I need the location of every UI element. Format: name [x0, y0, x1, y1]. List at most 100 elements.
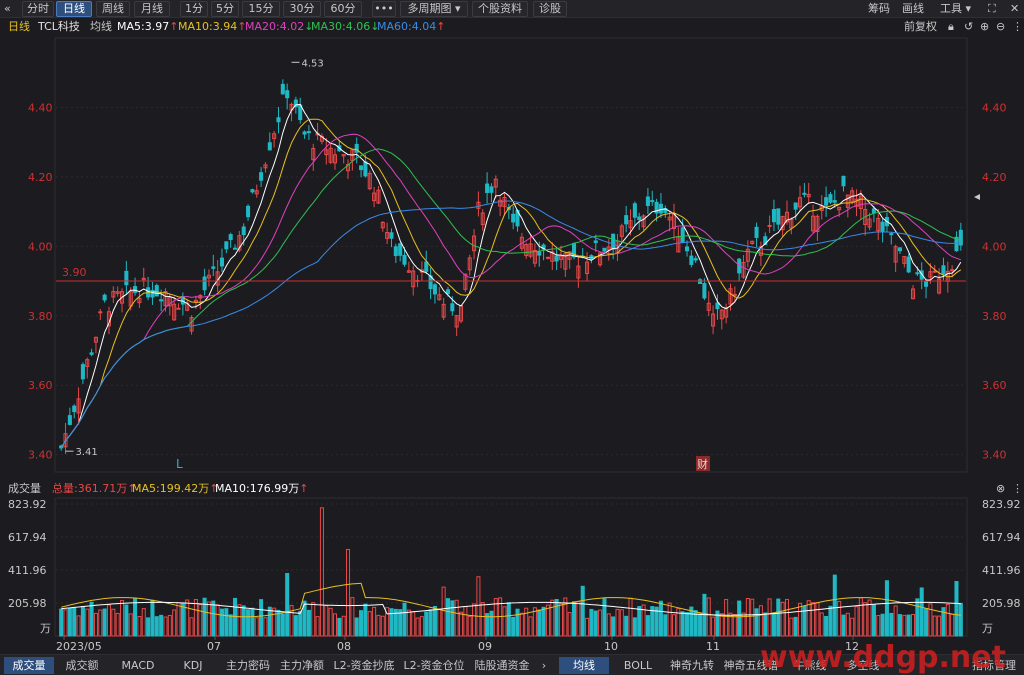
price-tick-left: 3.40	[28, 449, 53, 462]
volume-bar	[858, 597, 863, 637]
indicator-tab-8[interactable]: 陆股通资金	[470, 657, 534, 674]
candle-body	[832, 200, 837, 203]
volume-bar	[945, 604, 950, 637]
overlay-tab-2[interactable]: 神奇九转	[666, 657, 718, 674]
candle-body	[950, 269, 955, 272]
candle-body	[424, 261, 429, 272]
candle-body	[511, 213, 516, 223]
volume-bar	[671, 614, 677, 637]
indicator-tab-3[interactable]: KDJ	[168, 657, 218, 674]
indicator-tab-7[interactable]: L2-资金仓位	[400, 657, 468, 674]
candle-body	[267, 142, 272, 151]
candle-body	[176, 307, 181, 310]
volume-bar	[437, 608, 442, 637]
candle-body	[637, 216, 642, 220]
marker-finance: 财	[697, 457, 708, 471]
volume-bar	[389, 608, 394, 637]
volume-tick-left: 617.94	[8, 531, 47, 544]
candle-body	[767, 224, 772, 227]
volume-bar	[806, 600, 811, 637]
volume-bar	[454, 599, 459, 637]
overlay-tab-0[interactable]: 均线	[559, 657, 609, 674]
candle-body	[941, 265, 946, 275]
indicator-tab-0[interactable]: 成交量	[4, 657, 54, 674]
candle-body	[250, 189, 255, 193]
candle-body	[154, 285, 159, 297]
volume-bar	[298, 610, 303, 637]
volume-bar	[250, 607, 255, 637]
indicator-tab-1[interactable]: 成交额	[56, 657, 108, 674]
volume-bar	[111, 608, 116, 637]
volume-bar	[480, 602, 485, 637]
price-panel-border	[54, 37, 968, 473]
volume-bar	[867, 599, 872, 637]
volume-bar	[259, 599, 264, 637]
volume-bar	[598, 609, 603, 637]
volume-bar	[789, 617, 794, 637]
volume-bar	[580, 585, 585, 637]
candle-body	[754, 226, 759, 238]
overlay-tab-1[interactable]: BOLL	[614, 657, 662, 674]
indicator-tab-4[interactable]: 主力密码	[222, 657, 274, 674]
volume-bar	[198, 604, 203, 637]
volume-bar	[163, 616, 168, 637]
candle-body	[102, 294, 107, 301]
volume-bar	[180, 602, 185, 637]
volume-bar	[871, 604, 876, 637]
candle-body	[658, 203, 663, 214]
volume-bar	[367, 611, 372, 637]
volume-bar	[289, 604, 294, 637]
volume-bar	[793, 616, 798, 637]
indicator-tab-2[interactable]: MACD	[111, 657, 165, 674]
volume-bar	[663, 614, 668, 637]
candle-body	[302, 131, 307, 135]
price-tick-left: 3.80	[28, 310, 53, 323]
volume-bar	[698, 613, 703, 637]
volume-bar	[932, 615, 937, 637]
volume-bar	[611, 616, 616, 637]
marker-l: L	[176, 457, 183, 471]
volume-bar	[315, 616, 320, 637]
volume-bar	[241, 605, 246, 637]
more-icon[interactable]: ⋮	[1012, 480, 1023, 497]
candle-body	[889, 233, 894, 236]
volume-bar	[754, 608, 759, 637]
volume-bar	[85, 608, 90, 637]
volume-bar	[684, 612, 690, 637]
candle-body	[259, 172, 264, 181]
kline-chart[interactable]: 4.40 4.40 4.20 4.20 4.00 4.00 3.80 3.80 3.60 3.60…	[0, 0, 1024, 654]
volume-bar	[102, 608, 107, 637]
candle-body	[389, 232, 394, 239]
volume-bar	[337, 617, 342, 637]
volume-bar	[919, 587, 924, 637]
volume-bar	[876, 615, 881, 637]
volume-bar	[841, 614, 846, 637]
volume-bar	[828, 605, 833, 637]
volume-bar	[767, 598, 772, 637]
volume-bar	[324, 605, 329, 637]
chevron-right-icon[interactable]: ›	[537, 657, 551, 674]
volume-bar	[63, 609, 68, 637]
price-tick-right: 3.40	[982, 449, 1007, 462]
candle-body	[645, 196, 650, 207]
volume-ma5: MA5:199.42万↑	[132, 482, 219, 495]
volume-bar	[524, 607, 529, 637]
indicator-tab-5[interactable]: 主力净额	[276, 657, 328, 674]
price-tick-right: 3.80	[982, 310, 1007, 323]
candle-body	[624, 215, 629, 225]
ma10-line	[60, 118, 962, 449]
volume-unit-left: 万	[40, 622, 51, 635]
volume-bar	[272, 607, 277, 637]
volume-bar	[571, 601, 577, 637]
volume-bar	[958, 602, 963, 637]
volume-bar	[159, 614, 164, 637]
volume-tick-right: 411.96	[982, 564, 1021, 577]
volume-bar	[711, 616, 716, 637]
volume-bar	[167, 615, 172, 637]
candle-body	[224, 241, 229, 250]
indicator-tab-6[interactable]: L2-资金抄底	[330, 657, 398, 674]
close-indicator-icon[interactable]: ⊗	[996, 480, 1005, 497]
volume-bar	[702, 593, 707, 637]
candle-body	[285, 90, 290, 99]
volume-bar	[937, 615, 942, 637]
